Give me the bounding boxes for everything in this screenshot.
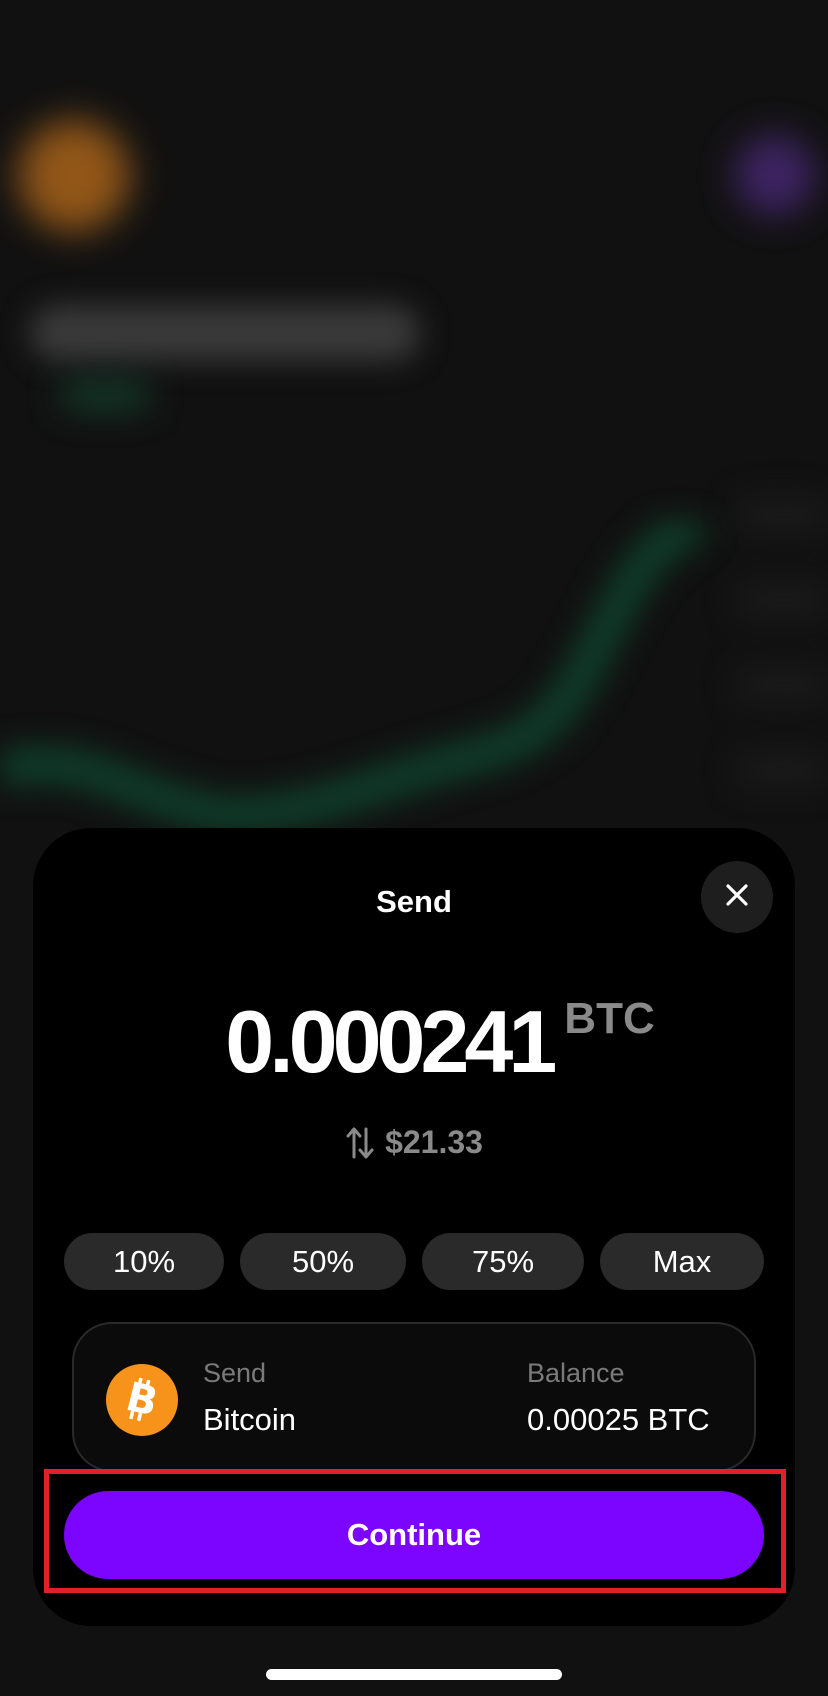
send-label: Send: [203, 1358, 267, 1388]
asset-selector[interactable]: B Send Bitcoin Balance 0.00025 BTC: [72, 1322, 756, 1472]
background-blurred-chart: [0, 520, 710, 835]
svg-text:B: B: [122, 1375, 163, 1425]
background-orange-blob: [18, 120, 130, 232]
balance-value: 0.00025 BTC: [527, 1402, 710, 1437]
background-blurred-text: [30, 305, 420, 361]
background-blurred-change: [60, 380, 150, 410]
background-blurred-labels: [738, 500, 828, 800]
fiat-value: $21.33: [385, 1124, 483, 1160]
fiat-toggle[interactable]: $21.33: [33, 1124, 795, 1161]
quick-amount-max-button[interactable]: Max: [600, 1233, 764, 1290]
send-asset-name: Bitcoin: [203, 1402, 297, 1437]
quick-amount-row: 10% 50% 75% Max: [64, 1233, 764, 1290]
sheet-title: Send: [376, 884, 452, 919]
background-purple-blob: [735, 135, 815, 215]
home-indicator[interactable]: [266, 1669, 562, 1680]
quick-amount-50-button[interactable]: 50%: [240, 1233, 406, 1290]
bitcoin-icon: B: [106, 1364, 178, 1436]
continue-button[interactable]: Continue: [64, 1491, 764, 1579]
quick-amount-10-button[interactable]: 10%: [64, 1233, 224, 1290]
balance-label: Balance: [527, 1358, 625, 1388]
screen: Send 0.000241 BTC $21.33 10% 50% 75% Max…: [0, 0, 828, 1696]
amount-value: 0.000241: [225, 992, 557, 1091]
amount-display: 0.000241 BTC: [59, 992, 821, 1091]
swap-arrows-icon: [345, 1126, 375, 1160]
close-icon: [725, 883, 749, 912]
amount-unit: BTC: [564, 994, 655, 1043]
quick-amount-75-button[interactable]: 75%: [422, 1233, 584, 1290]
close-button[interactable]: [701, 861, 773, 933]
send-sheet: Send 0.000241 BTC $21.33 10% 50% 75% Max…: [33, 828, 795, 1626]
